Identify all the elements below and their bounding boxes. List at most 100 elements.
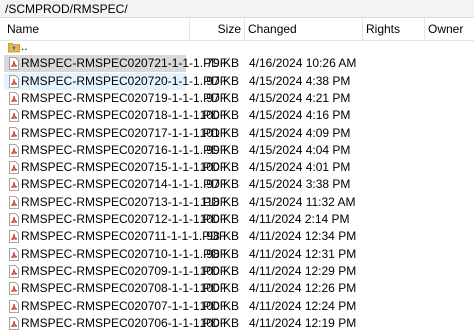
file-row[interactable]: RMSPEC-RMSPEC020708-1-1-1.PDF 100 KB 4/11/… — [0, 280, 474, 297]
column-rights-header[interactable]: Rights — [363, 18, 425, 40]
parent-label: .. — [21, 39, 28, 53]
file-size: 97 KB — [206, 91, 239, 105]
file-size: 100 KB — [199, 160, 239, 174]
pdf-icon — [9, 213, 19, 226]
file-name-cell: RMSPEC-RMSPEC020716-1-1-1.PDF — [4, 142, 227, 159]
file-changed: 4/11/2024 2:14 PM — [249, 212, 350, 226]
file-name-cell: RMSPEC-RMSPEC020715-1-1-1.PDF — [4, 159, 227, 176]
file-name-cell: RMSPEC-RMSPEC020713-1-1-1.PDF — [4, 194, 227, 211]
file-size: 79 KB — [206, 56, 239, 70]
file-changed: 4/15/2024 4:01 PM — [249, 160, 351, 174]
file-size: 118 KB — [200, 195, 239, 209]
file-size: 99 KB — [206, 143, 239, 157]
file-name: RMSPEC-RMSPEC020708-1-1-1.PDF — [21, 281, 228, 295]
file-changed: 4/11/2024 12:24 PM — [249, 299, 357, 313]
pdf-icon — [9, 265, 19, 278]
file-size: 98 KB — [206, 247, 239, 261]
pdf-icon — [9, 144, 19, 157]
file-size: 100 KB — [199, 264, 239, 278]
file-size: 97 KB — [206, 74, 239, 88]
file-changed: 4/11/2024 12:19 PM — [249, 316, 357, 330]
file-changed: 4/15/2024 4:09 PM — [249, 126, 351, 140]
file-changed: 4/15/2024 4:04 PM — [249, 143, 351, 157]
file-name: RMSPEC-RMSPEC020720-1-1-1.PDF — [21, 74, 228, 88]
pdf-icon — [9, 92, 19, 105]
file-name-cell: RMSPEC-RMSPEC020710-1-1-1.PDF — [4, 246, 227, 263]
file-name: RMSPEC-RMSPEC020717-1-1-1.PDF — [21, 126, 228, 140]
file-row[interactable]: RMSPEC-RMSPEC020710-1-1-1.PDF 98 KB 4/11/2… — [0, 246, 474, 263]
file-row[interactable]: RMSPEC-RMSPEC020714-1-1-1.PDF 97 KB 4/15/2… — [0, 176, 474, 193]
file-changed: 4/15/2024 4:38 PM — [249, 74, 351, 88]
file-row[interactable]: RMSPEC-RMSPEC020713-1-1-1.PDF 118 KB 4/15/… — [0, 194, 474, 211]
file-name-cell: RMSPEC-RMSPEC020708-1-1-1.PDF — [4, 280, 227, 297]
column-owner-header[interactable]: Owner — [425, 18, 474, 40]
file-row[interactable]: RMSPEC-RMSPEC020715-1-1-1.PDF 100 KB 4/15/… — [0, 159, 474, 176]
file-size: 100 KB — [199, 212, 239, 226]
path-bar[interactable]: /SCMPROD/RMSPEC/ — [0, 0, 474, 18]
file-row[interactable]: RMSPEC-RMSPEC020719-1-1-1.PDF 97 KB 4/15/2… — [0, 90, 474, 107]
parent-directory-row[interactable]: .. — [0, 38, 474, 55]
file-row[interactable]: RMSPEC-RMSPEC020718-1-1-1.PDF 100 KB 4/15/… — [0, 107, 474, 124]
file-name-cell: RMSPEC-RMSPEC020714-1-1-1.PDF — [4, 176, 227, 193]
file-name: RMSPEC-RMSPEC020719-1-1-1.PDF — [21, 91, 228, 105]
pdf-icon — [9, 161, 19, 174]
file-changed: 4/15/2024 4:16 PM — [249, 108, 351, 122]
file-name: RMSPEC-RMSPEC020716-1-1-1.PDF — [21, 143, 228, 157]
file-name-cell: RMSPEC-RMSPEC020717-1-1-1.PDF — [4, 125, 227, 142]
pdf-icon — [9, 248, 19, 261]
file-size: 100 KB — [199, 299, 239, 313]
pdf-icon — [9, 300, 19, 313]
file-name-cell: RMSPEC-RMSPEC020711-1-1-1.PDF — [4, 228, 226, 245]
file-size: 98 KB — [206, 229, 239, 243]
file-changed: 4/15/2024 4:21 PM — [249, 91, 351, 105]
file-name: RMSPEC-RMSPEC020714-1-1-1.PDF — [21, 177, 228, 191]
file-changed: 4/11/2024 12:29 PM — [249, 264, 357, 278]
column-changed-header[interactable]: Changed — [245, 18, 363, 40]
file-row[interactable]: RMSPEC-RMSPEC020716-1-1-1.PDF 99 KB 4/15/2… — [0, 142, 474, 159]
file-row[interactable]: RMSPEC-RMSPEC020706-1-1-1.PDF 100 KB 4/11/… — [0, 315, 474, 332]
file-size: 101 KB — [199, 126, 239, 140]
file-name-cell: RMSPEC-RMSPEC020707-1-1-1.PDF — [4, 298, 227, 315]
file-name: RMSPEC-RMSPEC020710-1-1-1.PDF — [21, 247, 228, 261]
file-size: 100 KB — [199, 281, 239, 295]
file-row[interactable]: RMSPEC-RMSPEC020720-1-1-1.PDF 97 KB 4/15/2… — [0, 73, 474, 90]
file-changed: 4/15/2024 11:32 AM — [249, 195, 356, 209]
file-name-cell: RMSPEC-RMSPEC020719-1-1-1.PDF — [4, 90, 227, 107]
pdf-icon — [9, 127, 19, 140]
pdf-icon — [9, 317, 19, 330]
file-name: RMSPEC-RMSPEC020713-1-1-1.PDF — [21, 195, 228, 209]
file-name: RMSPEC-RMSPEC020715-1-1-1.PDF — [21, 160, 228, 174]
file-size: 100 KB — [199, 316, 239, 330]
file-changed: 4/16/2024 10:26 AM — [249, 56, 357, 70]
file-changed: 4/11/2024 12:31 PM — [249, 247, 357, 261]
file-name: RMSPEC-RMSPEC020721-1-1-1.PDF — [21, 56, 228, 70]
file-name: RMSPEC-RMSPEC020711-1-1-1.PDF — [21, 229, 227, 243]
file-name: RMSPEC-RMSPEC020706-1-1-1.PDF — [21, 316, 228, 330]
file-row[interactable]: RMSPEC-RMSPEC020709-1-1-1.PDF 100 KB 4/11/… — [0, 263, 474, 280]
pdf-icon — [9, 109, 19, 122]
file-changed: 4/11/2024 12:34 PM — [249, 229, 357, 243]
pdf-icon — [9, 196, 19, 209]
column-size-header[interactable]: Size — [190, 18, 245, 40]
file-row[interactable]: RMSPEC-RMSPEC020712-1-1-1.PDF 100 KB 4/11/… — [0, 211, 474, 228]
file-changed: 4/15/2024 3:38 PM — [249, 177, 351, 191]
parent-cell: .. — [4, 38, 186, 55]
file-row[interactable]: RMSPEC-RMSPEC020721-1-1-1.PDF 79 KB 4/16/2… — [0, 55, 474, 72]
column-name-header[interactable]: Name — [4, 18, 190, 40]
file-name: RMSPEC-RMSPEC020712-1-1-1.PDF — [21, 212, 228, 226]
file-name-cell: RMSPEC-RMSPEC020709-1-1-1.PDF — [4, 263, 227, 280]
pdf-icon — [9, 230, 19, 243]
file-row[interactable]: RMSPEC-RMSPEC020717-1-1-1.PDF 101 KB 4/15/… — [0, 125, 474, 142]
pdf-icon — [9, 178, 19, 191]
file-size: 97 KB — [206, 177, 239, 191]
file-row[interactable]: RMSPEC-RMSPEC020707-1-1-1.PDF 100 KB 4/11/… — [0, 298, 474, 315]
pdf-icon — [9, 57, 19, 70]
file-row[interactable]: RMSPEC-RMSPEC020711-1-1-1.PDF 98 KB 4/11/2… — [0, 228, 474, 245]
file-name: RMSPEC-RMSPEC020718-1-1-1.PDF — [21, 108, 228, 122]
file-name: RMSPEC-RMSPEC020709-1-1-1.PDF — [21, 264, 228, 278]
pdf-icon — [9, 75, 19, 88]
path-text: /SCMPROD/RMSPEC/ — [5, 2, 128, 16]
pdf-icon — [9, 282, 19, 295]
folder-up-icon — [8, 43, 20, 53]
file-name-cell: RMSPEC-RMSPEC020721-1-1-1.PDF — [4, 55, 227, 72]
